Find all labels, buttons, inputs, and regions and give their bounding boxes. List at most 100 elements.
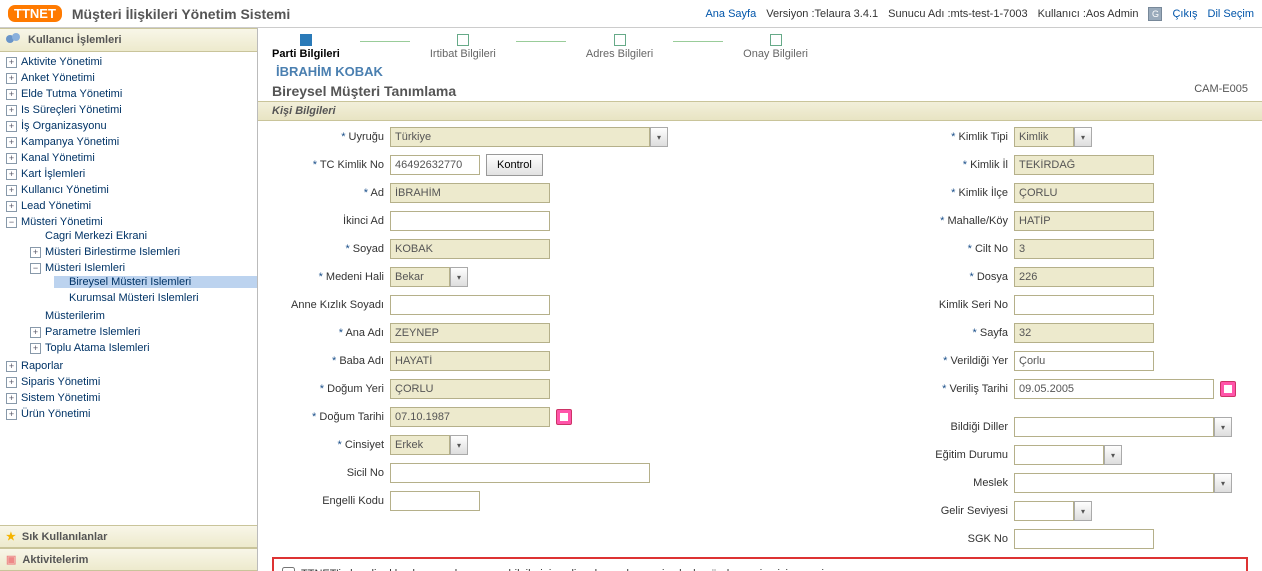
dogum-yeri-input[interactable] [390, 379, 550, 399]
baba-input[interactable] [390, 351, 550, 371]
medeni-select[interactable] [390, 267, 450, 287]
kontrol-button[interactable]: Kontrol [486, 154, 543, 176]
collapse-icon[interactable]: − [30, 263, 41, 274]
expand-icon[interactable]: + [6, 361, 17, 372]
anne-kizlik-input[interactable] [390, 295, 550, 315]
kimlik-ilce-input[interactable] [1014, 183, 1154, 203]
sayfa-input[interactable] [1014, 323, 1154, 343]
tree-item[interactable]: + Sistem Yönetimi [6, 392, 257, 404]
expand-icon[interactable]: + [6, 185, 17, 196]
kimlik-il-input[interactable] [1014, 155, 1154, 175]
tree-item[interactable]: +Kullanıcı Yönetimi [6, 184, 257, 196]
cilt-input[interactable] [1014, 239, 1154, 259]
tree-label: Sistem Yönetimi [21, 392, 100, 404]
verildigi-yer-input[interactable] [1014, 351, 1154, 371]
tree-item[interactable]: +Ürün Yönetimi [6, 408, 257, 420]
egitim-dropdown-icon[interactable]: ▾ [1104, 445, 1122, 465]
ana-input[interactable] [390, 323, 550, 343]
expand-icon[interactable]: + [6, 377, 17, 388]
kimlik-tipi-select[interactable] [1014, 127, 1074, 147]
logo-mark: TTNET [8, 5, 62, 22]
dosya-input[interactable] [1014, 267, 1154, 287]
tree-item[interactable]: +Kampanya Yönetimi [6, 136, 257, 148]
gelir-select[interactable] [1014, 501, 1074, 521]
tree-item[interactable]: +Lead Yönetimi [6, 200, 257, 212]
soyad-input[interactable] [390, 239, 550, 259]
wizard-step-2[interactable]: Adres Bilgileri [586, 34, 653, 60]
tree-item[interactable]: +Elde Tutma Yönetimi [6, 88, 257, 100]
tree-item[interactable]: Bireysel Müsteri Islemleri [54, 276, 257, 288]
dogum-tarihi-input[interactable] [390, 407, 550, 427]
verilis-tarihi-input[interactable] [1014, 379, 1214, 399]
tree-item[interactable]: −Müsteri Islemleri [30, 262, 257, 274]
medeni-dropdown-icon[interactable]: ▾ [450, 267, 468, 287]
tc-input[interactable] [390, 155, 480, 175]
tree-label: Kart İşlemleri [21, 168, 85, 180]
expand-icon[interactable]: + [6, 89, 17, 100]
calendar-icon[interactable] [1220, 381, 1236, 397]
sidebar-head-act[interactable]: ▣ Aktivitelerim [0, 548, 257, 571]
expand-icon[interactable]: + [30, 327, 41, 338]
cinsiyet-dropdown-icon[interactable]: ▾ [450, 435, 468, 455]
wizard-step-3[interactable]: Onay Bilgileri [743, 34, 808, 60]
expand-icon[interactable]: + [6, 121, 17, 132]
topbar-right: Ana Sayfa Versiyon :Telaura 3.4.1 Sunucu… [705, 7, 1254, 21]
tree-item[interactable]: Müsterilerim [30, 310, 257, 322]
sicil-input[interactable] [390, 463, 650, 483]
engelli-input[interactable] [390, 491, 480, 511]
grid-icon[interactable]: G [1148, 7, 1162, 21]
uyrugu-dropdown-icon[interactable]: ▾ [650, 127, 668, 147]
tree-item[interactable]: +Kanal Yönetimi [6, 152, 257, 164]
tree-item[interactable]: +Anket Yönetimi [6, 72, 257, 84]
expand-icon[interactable]: + [30, 343, 41, 354]
collapse-icon[interactable]: − [6, 217, 17, 228]
uyrugu-select[interactable] [390, 127, 650, 147]
expand-icon[interactable]: + [6, 137, 17, 148]
ad-input[interactable] [390, 183, 550, 203]
tree-item[interactable]: +İş Organizasyonu [6, 120, 257, 132]
tree-item[interactable]: +Toplu Atama Islemleri [30, 342, 257, 354]
egitim-select[interactable] [1014, 445, 1104, 465]
tree-item[interactable]: +Raporlar [6, 360, 257, 372]
seri-input[interactable] [1014, 295, 1154, 315]
sidebar-head-fav[interactable]: ★ Sık Kullanılanlar [0, 525, 257, 548]
wizard-step-0[interactable]: Parti Bilgileri [272, 34, 340, 60]
tree-item[interactable]: −Müsteri Yönetimi [6, 216, 257, 228]
consent-checkbox-1[interactable] [282, 567, 295, 571]
sidebar-act-label: Aktivitelerim [22, 554, 88, 566]
expand-icon[interactable]: + [6, 153, 17, 164]
expand-icon[interactable]: + [6, 73, 17, 84]
cinsiyet-select[interactable] [390, 435, 450, 455]
tree-item[interactable]: +Is Süreçleri Yönetimi [6, 104, 257, 116]
expand-icon[interactable]: + [30, 247, 41, 258]
ikinci-ad-input[interactable] [390, 211, 550, 231]
logout-link[interactable]: Çıkış [1172, 8, 1197, 20]
tree-item[interactable]: +Siparis Yönetimi [6, 376, 257, 388]
page-title-text: Bireysel Müşteri Tanımlama [272, 83, 456, 99]
expand-icon[interactable]: + [6, 393, 17, 404]
home-link[interactable]: Ana Sayfa [705, 8, 756, 20]
sgk-input[interactable] [1014, 529, 1154, 549]
diller-select[interactable] [1014, 417, 1214, 437]
sidebar-head-users[interactable]: Kullanıcı İşlemleri [0, 28, 257, 52]
tree-item[interactable]: Kurumsal Müsteri Islemleri [54, 292, 257, 304]
expand-icon[interactable]: + [6, 57, 17, 68]
expand-icon[interactable]: + [6, 409, 17, 420]
meslek-dropdown-icon[interactable]: ▾ [1214, 473, 1232, 493]
expand-icon[interactable]: + [6, 105, 17, 116]
tree-item[interactable]: +Aktivite Yönetimi [6, 56, 257, 68]
diller-dropdown-icon[interactable]: ▾ [1214, 417, 1232, 437]
wizard-step-1[interactable]: Irtibat Bilgileri [430, 34, 496, 60]
tree-item[interactable]: Cagri Merkezi Ekrani [30, 230, 257, 242]
expand-icon[interactable]: + [6, 169, 17, 180]
lang-link[interactable]: Dil Seçim [1208, 8, 1254, 20]
expand-icon[interactable]: + [6, 201, 17, 212]
meslek-select[interactable] [1014, 473, 1214, 493]
mahalle-input[interactable] [1014, 211, 1154, 231]
gelir-dropdown-icon[interactable]: ▾ [1074, 501, 1092, 521]
tree-item[interactable]: + Kart İşlemleri [6, 168, 257, 180]
tree-item[interactable]: +Müsteri Birlestirme Islemleri [30, 246, 257, 258]
tree-item[interactable]: +Parametre Islemleri [30, 326, 257, 338]
kimlik-tipi-dropdown-icon[interactable]: ▾ [1074, 127, 1092, 147]
calendar-icon[interactable] [556, 409, 572, 425]
